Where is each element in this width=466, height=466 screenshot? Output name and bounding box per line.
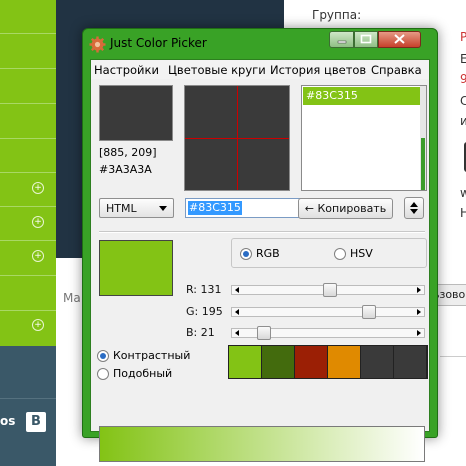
maximize-button[interactable] [354,31,378,48]
g-slider-thumb[interactable] [361,305,376,319]
arrow-left-icon [235,309,239,315]
hsv-label: HSV [350,247,373,260]
bg-footer-text: os [0,414,16,428]
bg-sidebar-divider [0,206,56,207]
bg-side-letter: C [460,94,466,108]
title-bar[interactable]: Just Color Picker [83,29,437,58]
chevron-down-icon [159,206,167,211]
bg-expand-icon: + [32,250,44,262]
gear-icon [89,36,106,53]
r-slider-thumb[interactable] [323,283,338,297]
color-picker-window: Just Color Picker Настройки Цветовые кру… [82,28,438,462]
hex-code-text: #83C315 [188,201,242,215]
bg-expand-icon: + [32,182,44,194]
b-slider-label: B: 21 [186,326,215,339]
bg-divider [440,356,466,357]
bg-side-letter: P [460,30,466,44]
bg-side-letter: 9 [460,72,466,86]
palette-swatch[interactable] [295,346,327,378]
vk-icon: B [26,412,46,432]
arrow-right-icon [417,309,421,315]
bg-side-letter: w [460,186,466,200]
menu-bar: Настройки Цветовые круги История цветов … [91,60,429,79]
bg-side-letter: H [460,206,466,220]
palette-swatch[interactable] [328,346,360,378]
palette-swatch[interactable] [361,346,393,378]
divider [99,231,425,233]
close-button[interactable] [378,31,421,48]
rgb-radio[interactable] [240,248,252,260]
cursor-coordinates: [885, 209] [99,146,157,159]
minimize-icon [337,40,347,44]
menu-color-wheels[interactable]: Цветовые круги [168,63,266,77]
bg-side-letter: и [460,114,466,128]
window-client-area: Настройки Цветовые круги История цветов … [90,59,430,462]
copy-button[interactable]: ← Копировать [298,198,393,219]
hex-code-input[interactable]: #83C315 [185,198,313,218]
format-selected-value: HTML [106,202,137,215]
menu-color-history[interactable]: История цветов [270,63,366,77]
menu-settings[interactable]: Настройки [94,63,159,77]
g-slider[interactable] [231,305,425,319]
up-down-button[interactable] [404,197,424,219]
color-palette [228,345,428,379]
arrow-down-icon [410,209,418,214]
contrast-radio[interactable] [97,350,109,362]
window-title: Just Color Picker [110,36,207,50]
cursor-hex-value: #3A3A3A [99,163,152,176]
arrow-left-icon [235,287,239,293]
bg-group-label: Группа: [312,8,362,22]
selected-color-swatch [99,240,173,296]
r-slider-label: R: 131 [186,283,222,296]
bg-expand-icon: + [32,319,44,331]
bg-footer-divider [0,398,56,399]
close-icon [394,34,405,44]
b-slider[interactable] [231,326,425,340]
g-slider-label: G: 195 [186,305,223,318]
bg-sidebar-divider [0,172,56,173]
arrow-left-icon [235,330,239,336]
bg-sidebar-divider [0,240,56,241]
maximize-icon [360,34,372,44]
arrow-right-icon [417,287,421,293]
history-item[interactable]: #83C315 [303,87,421,105]
bg-footer [0,346,56,466]
bg-text: Ma [63,291,81,305]
b-slider-thumb[interactable] [256,326,271,340]
color-model-group: RGB HSV [231,238,427,268]
palette-swatch[interactable] [262,346,294,378]
palette-swatch[interactable] [229,346,261,378]
similar-label: Подобный [113,367,173,380]
scroll-thumb[interactable] [421,138,425,190]
bg-sidebar-divider [0,138,56,139]
history-scrollbar[interactable] [420,86,426,190]
r-slider[interactable] [231,283,425,297]
arrow-up-icon [410,202,418,207]
color-history-list[interactable]: #83C315 [301,85,427,191]
menu-help[interactable]: Справка [371,63,422,77]
bg-sidebar-divider [0,33,56,34]
rgb-label: RGB [256,247,280,260]
hsv-radio[interactable] [334,248,346,260]
color-gradient-bar[interactable] [99,426,425,462]
magnifier-view [184,85,290,191]
bg-sidebar-divider [0,68,56,69]
minimize-button[interactable] [329,31,354,48]
contrast-label: Контрастный [113,349,191,362]
crosshair-horizontal [185,138,289,139]
current-color-swatch [99,85,173,141]
bg-sidebar-divider [0,275,56,276]
format-dropdown[interactable]: HTML [99,198,174,218]
bg-sidebar: + + + + [0,0,56,346]
bg-sidebar-divider [0,310,56,311]
similar-radio[interactable] [97,368,109,380]
bg-sidebar-divider [0,103,56,104]
bg-side-letter: E [460,52,466,66]
palette-swatch[interactable] [394,346,426,378]
bg-expand-icon: + [32,216,44,228]
arrow-right-icon [417,330,421,336]
